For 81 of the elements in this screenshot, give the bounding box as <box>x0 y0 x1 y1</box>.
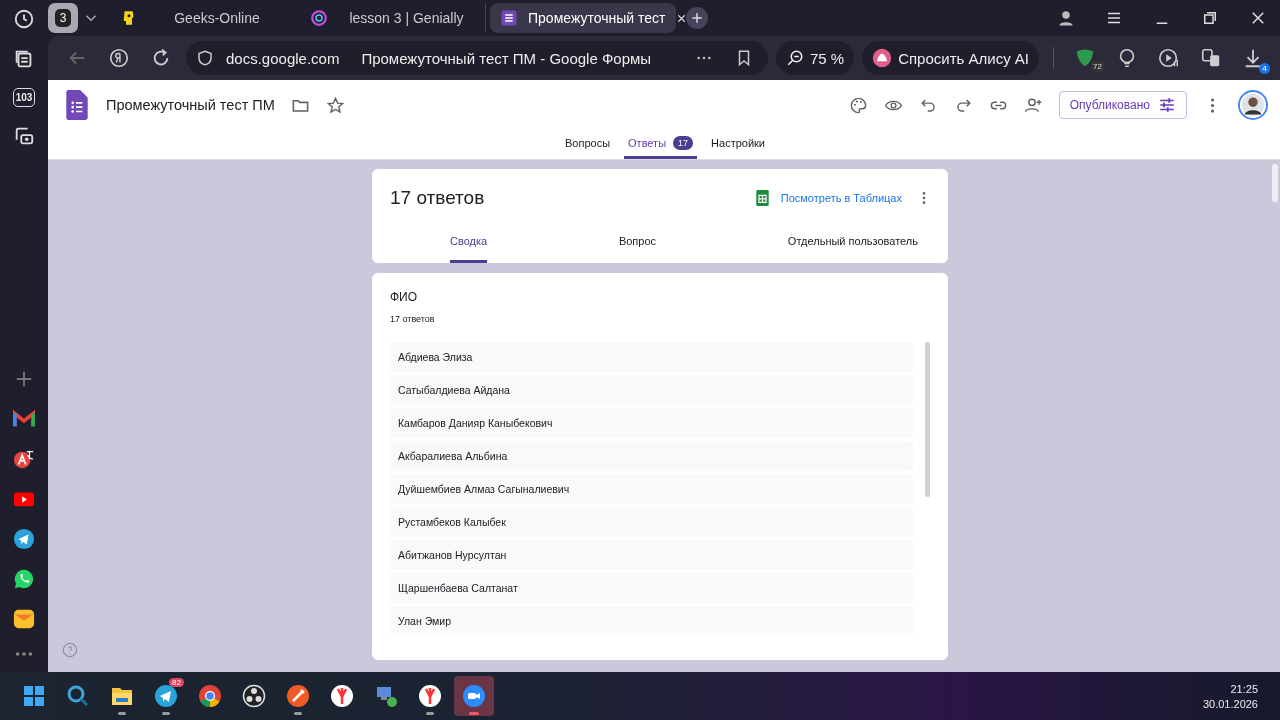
envelope-icon[interactable] <box>13 608 35 630</box>
summary-tab[interactable]: Вопрос <box>618 227 657 263</box>
sliders-icon <box>1158 96 1176 114</box>
zoom-level-button[interactable]: 75 % <box>775 41 855 75</box>
tab-title: Промежуточный тест <box>528 10 666 26</box>
plus-icon <box>690 11 704 25</box>
screenshot-icon[interactable] <box>13 125 35 147</box>
zoom-out-icon <box>785 49 804 67</box>
star-icon[interactable] <box>325 95 345 115</box>
new-tab-button[interactable] <box>686 7 708 29</box>
answer-row: Улан Эмир <box>390 606 913 635</box>
translate-icon[interactable] <box>13 448 35 470</box>
assistant-logo-icon <box>872 48 893 68</box>
summary-tab[interactable]: Сводка <box>450 227 488 263</box>
tab-label: Ответы <box>628 137 667 149</box>
spreadsheet-icon <box>755 190 769 206</box>
count-badge: 82 <box>169 678 184 687</box>
counter-badge[interactable]: 103 <box>12 88 36 107</box>
form-title[interactable]: Промежуточный тест ПМ <box>106 97 275 113</box>
translate-icon[interactable] <box>1200 47 1222 69</box>
answer-row: Щаршенбаева Салтанат <box>390 573 913 603</box>
count-badge: 72 <box>1091 61 1104 72</box>
restore-icon[interactable] <box>1201 9 1219 27</box>
assistant-button[interactable]: Спросить Алису AI <box>862 41 1039 75</box>
question-title: ФИО <box>390 290 419 304</box>
shield-icon <box>196 49 214 67</box>
phone-chat-icon[interactable] <box>13 568 35 590</box>
browser-logo-icon[interactable] <box>108 47 130 69</box>
published-button[interactable]: Опубликовано <box>1058 91 1187 119</box>
browser-tab[interactable]: Geeks-Online <box>110 3 296 33</box>
close-icon[interactable] <box>1249 9 1267 27</box>
history-icon[interactable] <box>13 8 35 30</box>
form-tab[interactable]: Настройки <box>707 130 769 159</box>
ring-logo-icon <box>310 9 328 27</box>
answer-row: Камбаров Данияр Каныбекович <box>390 408 913 438</box>
tab-label: Вопросы <box>565 137 611 149</box>
y-logo-icon <box>418 684 442 708</box>
page-title-text: Промежуточный тест ПМ - Google Формы <box>361 49 652 67</box>
count-badge: 4 <box>1259 63 1270 74</box>
avatar[interactable] <box>1238 90 1268 120</box>
clock-time[interactable]: 21:25 <box>1230 682 1258 695</box>
pen-logo-icon <box>286 684 310 708</box>
answer-row: Абитжанов Нурсултан <box>390 540 913 570</box>
tab-title: Geeks-Online <box>173 10 261 26</box>
answer-row: Абдиева Элиза <box>390 342 913 372</box>
view-in-sheets-link[interactable]: Посмотреть в Таблицах <box>755 190 902 206</box>
browser-logo-icon <box>198 684 222 708</box>
taskbar-app[interactable] <box>454 676 494 716</box>
form-tab[interactable]: Вопросы <box>561 130 615 159</box>
windows-logo-icon <box>22 684 46 708</box>
browser-tab[interactable]: lesson 3 | Genially <box>300 3 486 33</box>
computer-icon <box>374 684 398 708</box>
y-logo-icon <box>330 684 354 708</box>
paper-plane-icon[interactable] <box>13 528 35 550</box>
answer-row: Акбаралиева Альбина <box>390 441 913 471</box>
search-icon <box>66 684 90 708</box>
form-list-icon <box>500 9 518 27</box>
domain-text: docs.google.com <box>226 49 340 67</box>
summary-tab[interactable]: Отдельный пользователь <box>787 227 918 263</box>
tab-counter-button[interactable]: 3 <box>48 3 78 33</box>
clock-date[interactable]: 30.01.2026 <box>1202 697 1258 710</box>
responses-heading: 17 ответов <box>390 187 485 209</box>
count-badge: 17 <box>673 136 694 150</box>
taskbar-app[interactable]: 82 <box>146 676 186 716</box>
tab-label: Настройки <box>711 137 765 149</box>
paper-plane-icon <box>154 684 178 708</box>
circles-logo-icon <box>242 684 266 708</box>
palette-icon[interactable] <box>848 95 868 115</box>
form-tab[interactable]: Ответы 17 <box>624 130 698 159</box>
response-count: 17 ответов <box>390 314 436 324</box>
video-camera-icon <box>462 684 486 708</box>
address-bar[interactable]: docs.google.com Промежуточный тест ПМ - Google Формы <box>186 41 768 75</box>
play-icon[interactable] <box>1158 47 1180 69</box>
answer-row: Дуйшембиев Алмаз Сагыналиевич <box>390 474 913 504</box>
answer-row: Сатыбалдиева Айдана <box>390 375 913 405</box>
form-logo-icon[interactable] <box>66 90 88 120</box>
scrollbar[interactable] <box>925 342 930 497</box>
profile-icon[interactable] <box>1057 9 1075 27</box>
scrollbar[interactable] <box>1272 164 1278 202</box>
answer-row: Рустамбеков Калыбек <box>390 507 913 537</box>
tab-title: lesson 3 | Genially <box>348 10 465 26</box>
